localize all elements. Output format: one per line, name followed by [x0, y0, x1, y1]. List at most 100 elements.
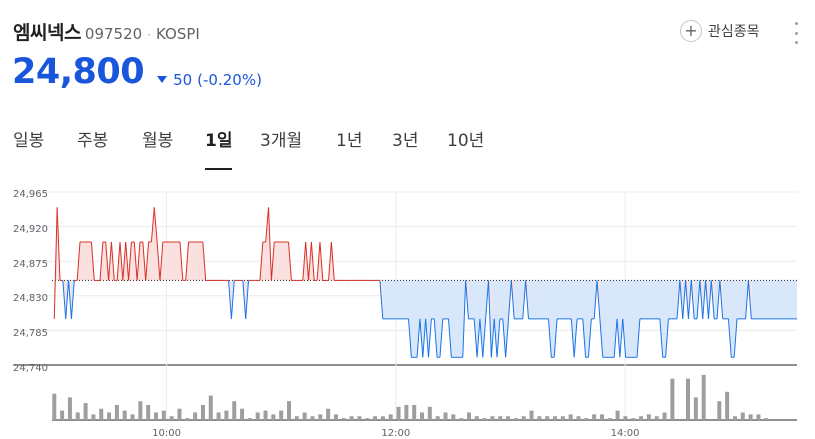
tab-monthly[interactable]: 월봉 — [142, 118, 173, 170]
volume-bar — [654, 416, 659, 420]
volume-bar — [553, 416, 558, 420]
y-tick-label: 24,740 — [13, 363, 48, 374]
x-tick-label: 12:00 — [381, 428, 410, 439]
volume-bar — [99, 408, 104, 420]
volume-bar — [349, 416, 354, 420]
volume-bar — [177, 408, 182, 420]
volume-bar — [412, 404, 417, 420]
tab-10-years[interactable]: 10년 — [447, 118, 484, 170]
volume-bar — [107, 412, 112, 420]
volume-bar — [686, 378, 691, 420]
volume-bar — [560, 416, 565, 420]
volume-bar — [443, 412, 448, 420]
tab-1-day[interactable]: 1일 — [205, 118, 233, 170]
volume-bar — [599, 414, 604, 420]
y-tick-label: 24,920 — [13, 224, 48, 235]
tab-1-year[interactable]: 1년 — [336, 118, 362, 170]
volume-bar — [373, 416, 378, 420]
volume-bar — [154, 412, 159, 420]
volume-bar — [466, 412, 471, 420]
volume-bar — [537, 416, 542, 420]
volume-bar — [451, 414, 456, 420]
volume-bar — [341, 418, 346, 420]
volume-bar — [380, 416, 385, 420]
volume-bar — [224, 410, 229, 420]
volume-bar — [60, 410, 65, 420]
volume-bar — [529, 410, 534, 420]
volume-bar — [592, 414, 597, 420]
volume-bar — [271, 414, 276, 420]
volume-bar — [482, 418, 487, 420]
volume-bar — [474, 416, 479, 420]
volume-bar — [725, 391, 730, 420]
volume-bar — [404, 404, 409, 420]
volume-bar — [435, 416, 440, 420]
volume-bar — [302, 412, 307, 420]
volume-bar — [357, 416, 362, 420]
volume-bar — [232, 401, 237, 420]
volume-bar — [310, 416, 315, 420]
volume-bar — [576, 416, 581, 420]
volume-bar — [693, 397, 698, 420]
x-tick-label: 14:00 — [611, 428, 640, 439]
volume-bar — [333, 414, 338, 420]
volume-bar — [91, 414, 96, 420]
tab-3-years[interactable]: 3년 — [392, 118, 418, 170]
volume-bar — [318, 414, 323, 420]
y-tick-label: 24,830 — [13, 293, 48, 304]
up-area-fill — [248, 207, 383, 319]
volume-bar — [326, 408, 331, 420]
volume-bar — [701, 374, 706, 420]
volume-bar — [615, 410, 620, 420]
volume-bar — [427, 406, 432, 420]
watchlist-label: 관심종목 — [708, 24, 760, 40]
price-change: 50 (-0.20%) — [157, 71, 262, 89]
volume-bar — [584, 418, 589, 420]
volume-bar — [67, 397, 72, 420]
volume-bar — [279, 410, 284, 420]
stock-code: 097520 — [84, 25, 143, 43]
tab-weekly[interactable]: 주봉 — [77, 118, 108, 170]
volume-bar — [146, 404, 151, 420]
volume-bar — [740, 412, 745, 420]
volume-bar — [52, 393, 57, 420]
volume-bar — [646, 414, 651, 420]
volume-bar — [83, 403, 88, 420]
volume-bar — [193, 412, 198, 420]
volume-bar — [185, 418, 190, 420]
volume-bar — [662, 412, 667, 420]
volume-bars — [52, 374, 769, 420]
x-tick-label: 10:00 — [152, 428, 181, 439]
volume-bar — [568, 414, 573, 420]
change-amount: 50 — [173, 70, 193, 89]
volume-bar — [639, 416, 644, 420]
volume-bar — [732, 416, 737, 420]
volume-bar — [169, 416, 174, 420]
current-price: 24,800 — [12, 52, 145, 92]
y-tick-label: 24,875 — [13, 259, 48, 270]
volume-bar — [459, 418, 464, 420]
volume-bar — [513, 418, 518, 420]
volume-bar — [498, 416, 503, 420]
market-label: KOSPI — [156, 25, 200, 43]
add-to-watchlist-button[interactable]: + 관심종목 — [680, 20, 760, 42]
volume-bar — [263, 410, 268, 420]
stock-name: 엠씨넥스 — [13, 22, 81, 44]
volume-bar — [420, 412, 425, 420]
volume-bar — [717, 401, 722, 420]
price-row: 24,800 50 (-0.20%) — [12, 52, 262, 92]
separator-dot: · — [147, 28, 152, 42]
volume-bar — [122, 410, 127, 420]
volume-bar — [670, 378, 675, 420]
volume-bar — [764, 418, 769, 420]
volume-bar — [365, 418, 370, 420]
y-tick-label: 24,785 — [13, 328, 48, 339]
more-vertical-icon[interactable] — [791, 22, 801, 44]
volume-bar — [75, 412, 80, 420]
tab-3-months[interactable]: 3개월 — [260, 118, 302, 170]
volume-bar — [396, 406, 401, 420]
volume-bar — [631, 418, 636, 420]
volume-bar — [287, 401, 292, 420]
volume-bar — [607, 418, 612, 420]
tab-daily[interactable]: 일봉 — [13, 118, 44, 170]
